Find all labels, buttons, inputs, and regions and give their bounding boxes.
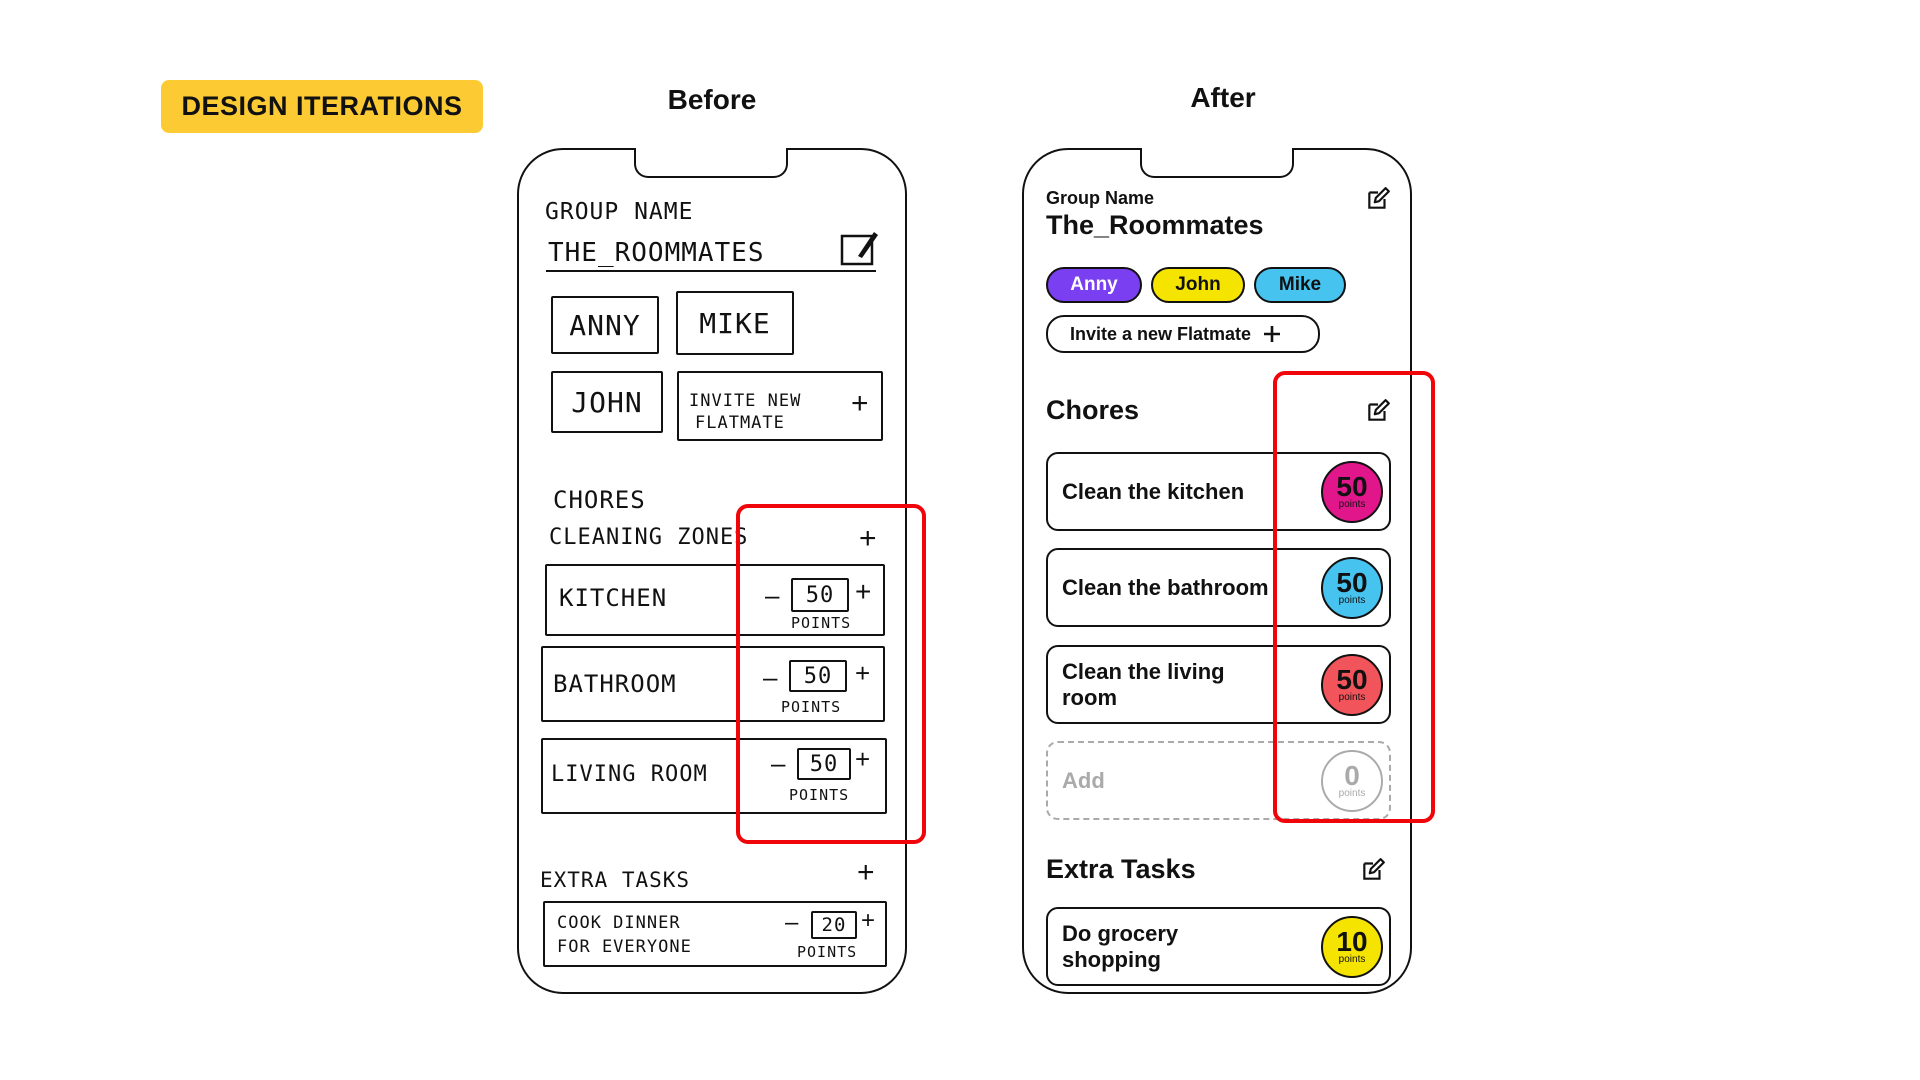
highlight-box-after bbox=[1273, 371, 1435, 823]
sketch-member-mike[interactable]: MIKE bbox=[676, 291, 794, 355]
minus-icon[interactable]: – bbox=[785, 909, 798, 937]
before-phone-notch bbox=[634, 148, 788, 178]
chores-title: Chores bbox=[1046, 395, 1140, 425]
sketch-group-name: THE_ROOMMATES bbox=[548, 238, 765, 268]
before-title: Before bbox=[667, 84, 757, 115]
extra-task-name: Do grocery shopping bbox=[1062, 920, 1179, 972]
group-name-label: Group Name bbox=[1046, 188, 1155, 208]
sketch-member-john[interactable]: JOHN bbox=[551, 371, 663, 433]
edit-icon[interactable] bbox=[1360, 857, 1386, 883]
sketch-group-label: GROUP NAME bbox=[545, 199, 694, 225]
member-chip-john[interactable]: John bbox=[1151, 267, 1245, 303]
sketch-invite-button[interactable]: INVITE NEW FLATMATE + bbox=[677, 371, 883, 441]
member-chip-label: John bbox=[1175, 274, 1221, 295]
member-chip-anny[interactable]: Anny bbox=[1046, 267, 1142, 303]
after-phone-notch bbox=[1140, 148, 1294, 178]
sketch-chore-name: KITCHEN bbox=[559, 584, 668, 612]
sketch-zones-title: CLEANING ZONES bbox=[549, 525, 749, 550]
plus-icon: + bbox=[851, 387, 869, 420]
badge-label: DESIGN ITERATIONS bbox=[181, 91, 463, 121]
sketch-extra-line1: COOK DINNER bbox=[557, 913, 681, 933]
group-name-value: The_Roommates bbox=[1046, 210, 1264, 240]
sketch-extra-title: EXTRA TASKS bbox=[540, 868, 691, 892]
sketch-underline bbox=[546, 270, 876, 272]
member-chip-label: Anny bbox=[1070, 274, 1118, 295]
sketch-chore-name: BATHROOM bbox=[553, 670, 677, 698]
edit-icon[interactable] bbox=[1365, 186, 1391, 212]
sketch-member-anny[interactable]: ANNY bbox=[551, 296, 659, 354]
sketch-extra-line2: FOR EVERYONE bbox=[557, 937, 692, 957]
invite-flatmate-label: Invite a new Flatmate bbox=[1070, 323, 1252, 344]
points-unit: points bbox=[1338, 953, 1366, 965]
points-value: 10 bbox=[1336, 925, 1368, 957]
chore-name: Clean the kitchen bbox=[1062, 478, 1245, 504]
add-chore-label: Add bbox=[1062, 767, 1105, 793]
chore-name: Clean the bathroom bbox=[1062, 574, 1269, 600]
plus-icon bbox=[1264, 326, 1281, 342]
sketch-add-extra-plus-icon[interactable]: + bbox=[857, 856, 875, 890]
after-title: After bbox=[1190, 82, 1256, 113]
sketch-chores-title: CHORES bbox=[553, 486, 646, 514]
member-chip-label: Mike bbox=[1278, 274, 1322, 295]
invite-flatmate-button[interactable]: Invite a new Flatmate bbox=[1046, 315, 1320, 353]
sketch-chore-name: LIVING ROOM bbox=[551, 762, 708, 787]
plus-icon[interactable]: + bbox=[861, 907, 875, 935]
extra-tasks-title: Extra Tasks bbox=[1046, 854, 1196, 884]
sketch-points-unit: POINTS bbox=[797, 943, 858, 961]
member-chip-mike[interactable]: Mike bbox=[1254, 267, 1346, 303]
sketch-invite-line1: INVITE NEW bbox=[689, 391, 802, 411]
extra-task-card-grocery[interactable]: Do grocery shopping 10 points bbox=[1046, 907, 1391, 986]
design-iterations-badge: DESIGN ITERATIONS bbox=[161, 80, 483, 133]
sketch-points-value[interactable]: 20 bbox=[811, 911, 857, 939]
sketch-extra-row[interactable]: COOK DINNER FOR EVERYONE – 20 + POINTS bbox=[543, 901, 887, 967]
highlight-box-before bbox=[736, 504, 926, 844]
chore-name: Clean the living room bbox=[1062, 658, 1225, 710]
sketch-invite-line2: FLATMATE bbox=[695, 413, 785, 433]
pencil-icon[interactable] bbox=[840, 226, 880, 268]
points-badge: 10 points bbox=[1321, 915, 1383, 978]
